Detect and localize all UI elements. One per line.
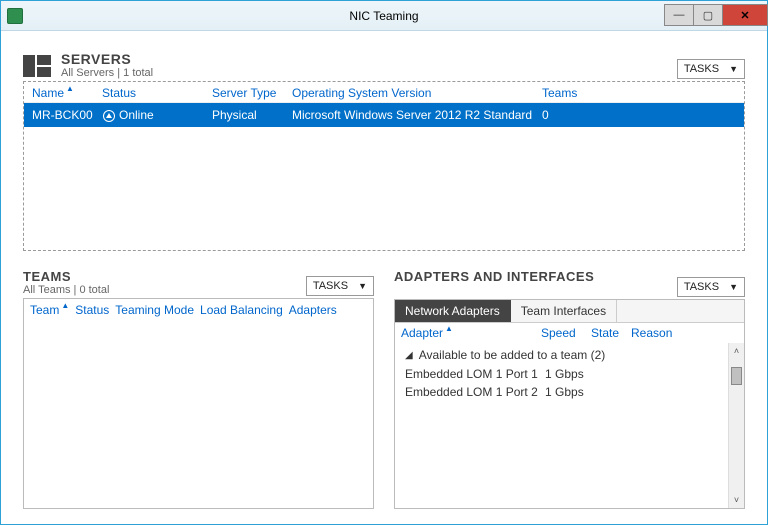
col-os-version[interactable]: Operating System Version bbox=[292, 86, 542, 100]
adapter-row[interactable]: Embedded LOM 1 Port 2 1 Gbps bbox=[403, 383, 738, 401]
scroll-up-icon[interactable]: ˄ bbox=[729, 343, 744, 359]
tasks-label: TASKS bbox=[684, 63, 719, 75]
col-state[interactable]: State bbox=[591, 326, 631, 340]
collapse-icon: ◢ bbox=[405, 350, 413, 361]
col-adapters[interactable]: Adapters bbox=[289, 303, 337, 317]
servers-title: SERVERS bbox=[61, 51, 153, 67]
cell-status: Online bbox=[102, 108, 212, 122]
sort-asc-icon: ▲ bbox=[445, 324, 453, 333]
servers-tasks-button[interactable]: TASKS ▼ bbox=[677, 59, 745, 79]
servers-list: Name▲ Status Server Type Operating Syste… bbox=[23, 81, 745, 251]
cell-teams: 0 bbox=[542, 108, 602, 122]
server-row[interactable]: MR-BCK00 Online Physical Microsoft Windo… bbox=[24, 103, 744, 127]
scroll-down-icon[interactable]: ˅ bbox=[729, 492, 744, 508]
tab-team-interfaces[interactable]: Team Interfaces bbox=[511, 300, 617, 322]
sort-asc-icon: ▲ bbox=[61, 301, 69, 310]
col-teams[interactable]: Teams bbox=[542, 86, 602, 100]
teams-subtitle: All Teams | 0 total bbox=[23, 284, 109, 296]
scrollbar[interactable]: ˄ ˅ bbox=[728, 343, 744, 508]
col-team[interactable]: Team▲ bbox=[30, 303, 69, 317]
chevron-down-icon: ▼ bbox=[358, 281, 367, 291]
chevron-down-icon: ▼ bbox=[729, 282, 738, 292]
teams-tasks-button[interactable]: TASKS ▼ bbox=[306, 276, 374, 296]
cell-os-version: Microsoft Windows Server 2012 R2 Standar… bbox=[292, 108, 542, 122]
col-adapter[interactable]: Adapter▲ bbox=[401, 326, 541, 340]
col-load-balancing[interactable]: Load Balancing bbox=[200, 303, 283, 317]
col-server-type[interactable]: Server Type bbox=[212, 86, 292, 100]
col-reason[interactable]: Reason bbox=[631, 326, 681, 340]
window-title: NIC Teaming bbox=[1, 9, 767, 23]
adapter-group-row[interactable]: ◢ Available to be added to a team (2) bbox=[403, 345, 738, 365]
cell-server-type: Physical bbox=[212, 108, 292, 122]
tab-network-adapters[interactable]: Network Adapters bbox=[395, 300, 511, 322]
status-up-icon bbox=[103, 110, 115, 122]
adapter-row[interactable]: Embedded LOM 1 Port 1 1 Gbps bbox=[403, 365, 738, 383]
teams-list: Team▲ Status Teaming Mode Load Balancing… bbox=[23, 298, 374, 509]
sort-asc-icon: ▲ bbox=[66, 84, 74, 93]
servers-icon bbox=[23, 51, 53, 79]
cell-name: MR-BCK00 bbox=[32, 108, 102, 122]
col-team-status[interactable]: Status bbox=[75, 303, 109, 317]
adapters-tasks-button[interactable]: TASKS ▼ bbox=[677, 277, 745, 297]
col-speed[interactable]: Speed bbox=[541, 326, 591, 340]
servers-subtitle: All Servers | 1 total bbox=[61, 67, 153, 79]
titlebar[interactable]: NIC Teaming — ▢ ✕ bbox=[1, 1, 767, 31]
scroll-thumb[interactable] bbox=[731, 367, 742, 385]
col-teaming-mode[interactable]: Teaming Mode bbox=[115, 303, 194, 317]
col-name[interactable]: Name▲ bbox=[32, 86, 102, 100]
chevron-down-icon: ▼ bbox=[729, 64, 738, 74]
col-status[interactable]: Status bbox=[102, 86, 212, 100]
adapters-list: Network Adapters Team Interfaces Adapter… bbox=[394, 299, 745, 509]
teams-title: TEAMS bbox=[23, 269, 109, 284]
adapters-title: ADAPTERS AND INTERFACES bbox=[394, 269, 594, 284]
nic-teaming-window: NIC Teaming — ▢ ✕ SERVERS All Servers | … bbox=[0, 0, 768, 525]
